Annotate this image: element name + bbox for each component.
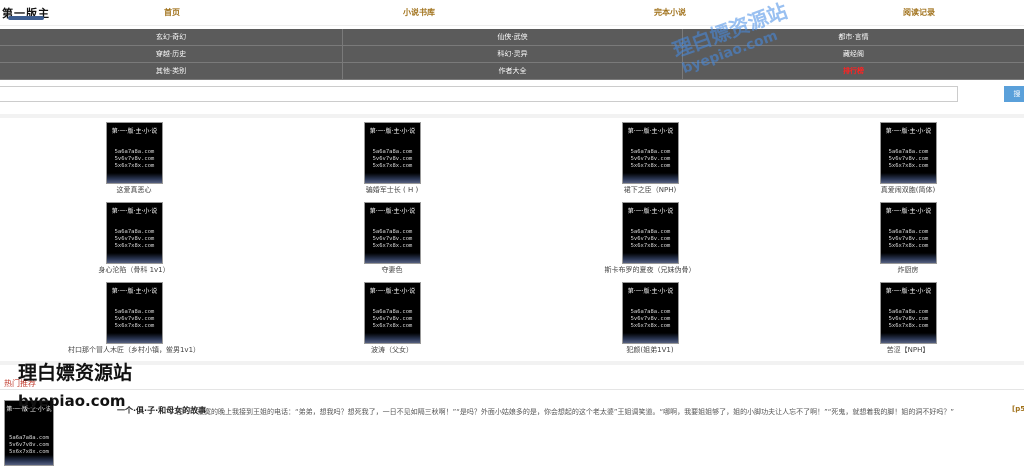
book-cover[interactable]: 第·一·版·主·小·说 5a6a7a8a.com 5v6v7v8v.com 5x6x…	[106, 282, 163, 344]
cover-urls: 5a6a7a8a.com 5v6v7v8v.com 5x6x7x8x.com	[630, 149, 671, 169]
cover-title: 第·一·版·主·小·说	[369, 288, 416, 295]
cover-title: 第·一·版·主·小·说	[369, 128, 416, 135]
book-cover[interactable]: 第·一·版·主·小·说 5a6a7a8a.com 5v6v7v8v.com 5x6x…	[880, 282, 937, 344]
hot-book-tag[interactable]: [p5	[1012, 405, 1024, 413]
book-title[interactable]: 斯卡布罗的夏夜（兄妹伪骨）	[550, 265, 750, 275]
site-logo[interactable]: 第一版主	[2, 2, 54, 22]
logo-wave-graphic	[8, 16, 44, 20]
cover-wave	[107, 253, 162, 263]
cover-urls: 5a6a7a8a.com 5v6v7v8v.com 5x6x7x8x.com	[888, 149, 929, 169]
book-title[interactable]: 真爱闹双胞(简体)	[808, 185, 1008, 195]
book-item[interactable]: 第·一·版·主·小·说 5a6a7a8a.com 5v6v7v8v.com 5x6x…	[292, 118, 492, 196]
cover-title: 第·一·版·主·小·说	[111, 208, 158, 215]
category-authors[interactable]: 作者大全	[343, 63, 683, 80]
book-title[interactable]: 村口那个冒人木匠（乡村小镇，鲎男1v1）	[34, 345, 234, 355]
book-cover[interactable]: 第·一·版·主·小·说 5a6a7a8a.com 5v6v7v8v.com 5x6x…	[622, 202, 679, 264]
search-button[interactable]: 搜	[1004, 86, 1024, 102]
cover-wave	[107, 173, 162, 183]
book-cover[interactable]: 第·一·版·主·小·说 5a6a7a8a.com 5v6v7v8v.com 5x6x…	[106, 122, 163, 184]
book-item[interactable]: 第·一·版·主·小·说 5a6a7a8a.com 5v6v7v8v.com 5x6x…	[292, 198, 492, 276]
category-scifi[interactable]: 科幻·灵异	[343, 46, 683, 63]
watermark-site-url: byepiao.com	[18, 392, 126, 410]
search-input[interactable]	[0, 86, 958, 102]
nav-home-link[interactable]: 首页	[164, 7, 180, 18]
cover-urls: 5a6a7a8a.com 5v6v7v8v.com 5x6x7x8x.com	[114, 309, 155, 329]
nav-completed-link[interactable]: 完本小说	[654, 7, 686, 18]
cover-title: 第·一·版·主·小·说	[627, 288, 674, 295]
cover-title: 第·一·版·主·小·说	[885, 288, 932, 295]
category-grid: 玄幻·奇幻 仙侠·武侠 都市·言情 穿越·历史 科幻·灵异 藏经阁 其他·类别 …	[0, 29, 1024, 80]
book-title[interactable]: 裙下之臣（NPH)	[550, 185, 750, 195]
book-item[interactable]: 第·一·版·主·小·说 5a6a7a8a.com 5v6v7v8v.com 5x6x…	[808, 198, 1008, 276]
page: 第一版主 首页 小说书库 完本小说 阅读记录 玄幻·奇幻 仙侠·武侠 都市·言情…	[0, 0, 1024, 473]
book-title[interactable]: 这爱真恶心	[34, 185, 234, 195]
cover-title: 第·一·版·主·小·说	[885, 208, 932, 215]
book-title[interactable]: 炸厨房	[808, 265, 1008, 275]
book-item[interactable]: 第·一·版·主·小·说 5a6a7a8a.com 5v6v7v8v.com 5x6x…	[550, 118, 750, 196]
watermark-site-name: 理白嫖资源站	[18, 362, 133, 384]
cover-wave	[881, 173, 936, 183]
book-title[interactable]: 骗婚军士长 ( H )	[292, 185, 492, 195]
book-title[interactable]: 夺妻色	[292, 265, 492, 275]
top-nav-bar: 第一版主 首页 小说书库 完本小说 阅读记录	[0, 0, 1024, 26]
cover-title: 第·一·版·主·小·说	[369, 208, 416, 215]
book-cover[interactable]: 第·一·版·主·小·说 5a6a7a8a.com 5v6v7v8v.com 5x6x…	[880, 122, 937, 184]
book-title[interactable]: 身心沦陷（骨科 1v1）	[34, 265, 234, 275]
cover-wave	[5, 455, 53, 465]
cover-urls: 5a6a7a8a.com 5v6v7v8v.com 5x6x7x8x.com	[372, 309, 413, 329]
category-rankings[interactable]: 排行榜	[683, 63, 1024, 80]
book-item[interactable]: 第·一·版·主·小·说 5a6a7a8a.com 5v6v7v8v.com 5x6x…	[34, 278, 234, 356]
category-fantasy[interactable]: 玄幻·奇幻	[0, 29, 343, 46]
cover-urls: 5a6a7a8a.com 5v6v7v8v.com 5x6x7x8x.com	[114, 229, 155, 249]
book-title[interactable]: 苦涩【NPH】	[808, 345, 1008, 355]
cover-title: 第·一·版·主·小·说	[627, 208, 674, 215]
cover-urls: 5a6a7a8a.com 5v6v7v8v.com 5x6x7x8x.com	[630, 229, 671, 249]
cover-wave	[365, 253, 420, 263]
cover-urls: 5a6a7a8a.com 5v6v7v8v.com 5x6x7x8x.com	[114, 149, 155, 169]
book-title[interactable]: 犯颜(姐弟1V1)	[550, 345, 750, 355]
nav-library-link[interactable]: 小说书库	[403, 7, 435, 18]
cover-wave	[107, 333, 162, 343]
book-item[interactable]: 第·一·版·主·小·说 5a6a7a8a.com 5v6v7v8v.com 5x6x…	[550, 278, 750, 356]
book-item[interactable]: 第·一·版·主·小·说 5a6a7a8a.com 5v6v7v8v.com 5x6x…	[808, 118, 1008, 196]
book-cover[interactable]: 第·一·版·主·小·说 5a6a7a8a.com 5v6v7v8v.com 5x6x…	[622, 282, 679, 344]
cover-urls: 5a6a7a8a.com 5v6v7v8v.com 5x6x7x8x.com	[372, 149, 413, 169]
cover-wave	[881, 253, 936, 263]
category-other[interactable]: 其他·类别	[0, 63, 343, 80]
hot-book-description: 在一个寂寞的晚上我接到王姐的电话：“弟弟，想我吗？想死我了，一日不见如隔三秋啊！…	[176, 408, 955, 416]
hot-divider	[0, 389, 1024, 390]
book-cover[interactable]: 第·一·版·主·小·说 5a6a7a8a.com 5v6v7v8v.com 5x6x…	[364, 202, 421, 264]
cover-wave	[365, 173, 420, 183]
cover-title: 第·一·版·主·小·说	[885, 128, 932, 135]
book-cover[interactable]: 第·一·版·主·小·说 5a6a7a8a.com 5v6v7v8v.com 5x6x…	[364, 122, 421, 184]
cover-urls: 5a6a7a8a.com 5v6v7v8v.com 5x6x7x8x.com	[888, 229, 929, 249]
cover-wave	[623, 253, 678, 263]
book-item[interactable]: 第·一·版·主·小·说 5a6a7a8a.com 5v6v7v8v.com 5x6x…	[550, 198, 750, 276]
book-item[interactable]: 第·一·版·主·小·说 5a6a7a8a.com 5v6v7v8v.com 5x6x…	[34, 198, 234, 276]
cover-title: 第·一·版·主·小·说	[627, 128, 674, 135]
cover-urls: 5a6a7a8a.com 5v6v7v8v.com 5x6x7x8x.com	[372, 229, 413, 249]
category-history[interactable]: 穿越·历史	[0, 46, 343, 63]
nav-history-link[interactable]: 阅读记录	[903, 7, 935, 18]
cover-urls: 5a6a7a8a.com 5v6v7v8v.com 5x6x7x8x.com	[888, 309, 929, 329]
book-cover[interactable]: 第·一·版·主·小·说 5a6a7a8a.com 5v6v7v8v.com 5x6x…	[364, 282, 421, 344]
cover-wave	[623, 333, 678, 343]
section-divider	[0, 361, 1024, 365]
cover-wave	[881, 333, 936, 343]
book-cover[interactable]: 第·一·版·主·小·说 5a6a7a8a.com 5v6v7v8v.com 5x6x…	[622, 122, 679, 184]
cover-urls: 5a6a7a8a.com 5v6v7v8v.com 5x6x7x8x.com	[630, 309, 671, 329]
cover-title: 第·一·版·主·小·说	[111, 288, 158, 295]
cover-wave	[623, 173, 678, 183]
book-cover[interactable]: 第·一·版·主·小·说 5a6a7a8a.com 5v6v7v8v.com 5x6x…	[880, 202, 937, 264]
book-item[interactable]: 第·一·版·主·小·说 5a6a7a8a.com 5v6v7v8v.com 5x6x…	[34, 118, 234, 196]
cover-wave	[365, 333, 420, 343]
book-item[interactable]: 第·一·版·主·小·说 5a6a7a8a.com 5v6v7v8v.com 5x6x…	[292, 278, 492, 356]
book-cover[interactable]: 第·一·版·主·小·说 5a6a7a8a.com 5v6v7v8v.com 5x6x…	[106, 202, 163, 264]
category-xianxia[interactable]: 仙侠·武侠	[343, 29, 683, 46]
book-title[interactable]: 波涛（父女）	[292, 345, 492, 355]
cover-title: 第·一·版·主·小·说	[111, 128, 158, 135]
book-item[interactable]: 第·一·版·主·小·说 5a6a7a8a.com 5v6v7v8v.com 5x6x…	[808, 278, 1008, 356]
cover-urls: 5a6a7a8a.com 5v6v7v8v.com 5x6x7x8x.com	[9, 435, 49, 455]
